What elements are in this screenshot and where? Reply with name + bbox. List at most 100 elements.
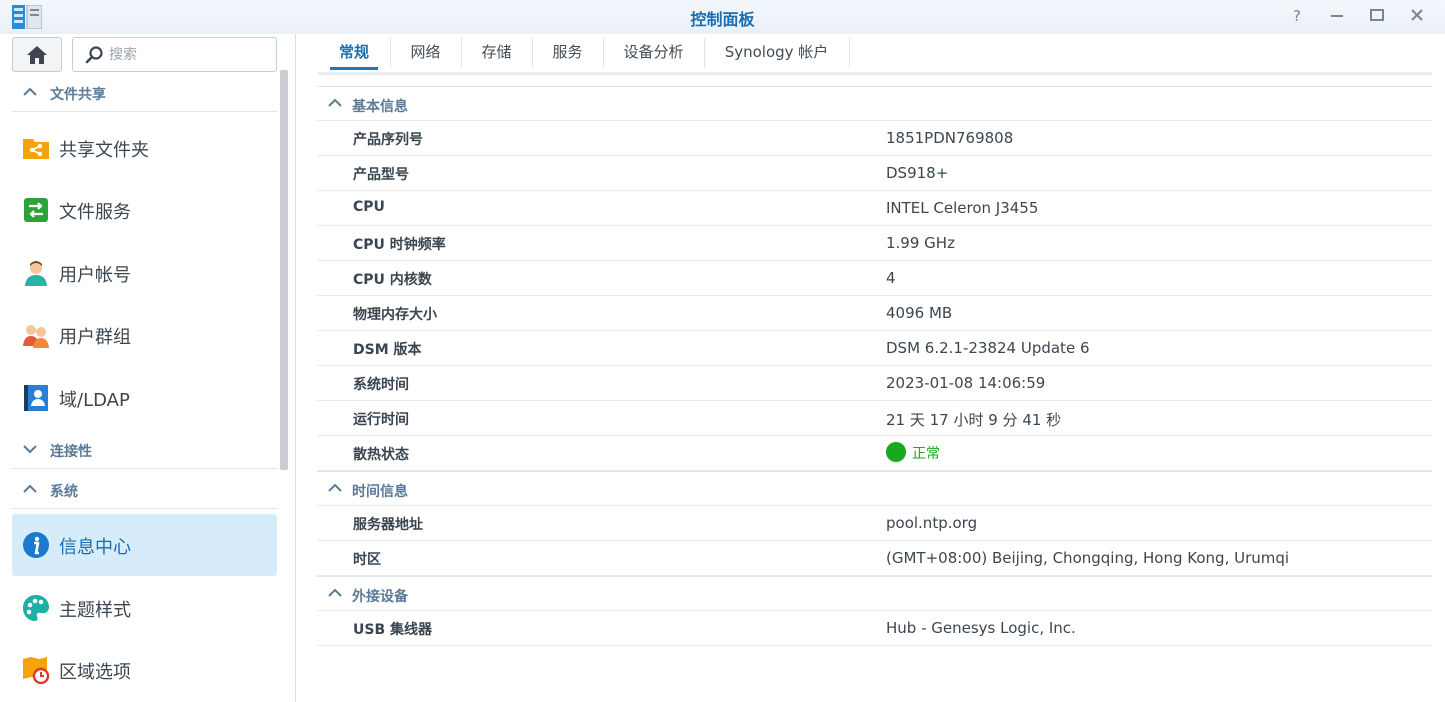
sidebar-item-label: 用户帐号 bbox=[59, 265, 131, 286]
info-key: 时区 bbox=[353, 552, 381, 568]
sidebar-item-label: 区域选项 bbox=[59, 662, 131, 683]
info-value: (GMT+08:00) Beijing, Chongqing, Hong Kon… bbox=[886, 549, 1290, 567]
group-header-time-info[interactable]: 时间信息 bbox=[317, 471, 1432, 506]
chevron-up-icon bbox=[328, 483, 342, 492]
info-row-system-time: 系统时间 2023-01-08 14:06:59 bbox=[317, 366, 1432, 401]
home-icon bbox=[27, 45, 47, 64]
sidebar-item-label: 信息中心 bbox=[59, 537, 131, 558]
info-key: DSM 版本 bbox=[353, 342, 422, 358]
info-key: 散热状态 bbox=[353, 447, 409, 463]
sidebar-item-file-services[interactable]: 文件服务 bbox=[12, 179, 277, 241]
info-value: INTEL Celeron J3455 bbox=[886, 199, 1039, 217]
sidebar-item-domain-ldap[interactable]: 域/LDAP bbox=[12, 367, 277, 429]
search-input[interactable] bbox=[109, 44, 269, 66]
window-title: 控制面板 bbox=[690, 10, 755, 29]
info-row-memory: 物理内存大小 4096 MB bbox=[317, 296, 1432, 331]
info-value: 21 天 17 小时 9 分 41 秒 bbox=[886, 411, 1062, 429]
info-key: 产品型号 bbox=[353, 167, 409, 183]
sidebar-item-label: 域/LDAP bbox=[59, 390, 130, 411]
search-icon bbox=[85, 46, 103, 64]
maximize-icon[interactable] bbox=[1367, 7, 1387, 27]
sidebar-divider bbox=[295, 34, 296, 702]
group-title: 时间信息 bbox=[352, 484, 408, 500]
section-connectivity[interactable]: 连接性 bbox=[12, 431, 277, 469]
info-key: USB 集线器 bbox=[353, 622, 432, 638]
sidebar-item-user[interactable]: 用户帐号 bbox=[12, 242, 277, 304]
info-value: 1851PDN769808 bbox=[886, 129, 1014, 147]
tab-general[interactable]: 常规 bbox=[318, 34, 390, 72]
close-icon[interactable] bbox=[1407, 7, 1427, 27]
info-value: Hub - Genesys Logic, Inc. bbox=[886, 619, 1076, 637]
chevron-up-icon bbox=[23, 87, 37, 96]
tab-divider bbox=[849, 38, 850, 68]
sidebar-item-regional-options[interactable]: 区域选项 bbox=[12, 639, 277, 701]
chevron-down-icon bbox=[23, 445, 37, 454]
home-button[interactable] bbox=[12, 37, 62, 72]
minimize-icon[interactable] bbox=[1327, 7, 1347, 27]
info-value: pool.ntp.org bbox=[886, 514, 978, 532]
chevron-up-icon bbox=[328, 98, 342, 107]
sidebar-item-label: 文件服务 bbox=[59, 202, 131, 223]
info-panel: 基本信息 产品序列号 1851PDN769808 产品型号 DS918+ CPU IN… bbox=[317, 86, 1432, 646]
tab-underline bbox=[318, 72, 1432, 75]
section-system[interactable]: 系统 bbox=[12, 471, 277, 509]
sidebar: 文件共享 共享文件夹 文件服务 用户帐号 用户群组 bbox=[0, 34, 296, 702]
file-services-icon bbox=[24, 198, 48, 222]
group-header-basic-info[interactable]: 基本信息 bbox=[317, 86, 1432, 121]
tab-storage[interactable]: 存储 bbox=[461, 34, 532, 72]
info-key: 运行时间 bbox=[353, 412, 409, 428]
info-row-usb-hub: USB 集线器 Hub - Genesys Logic, Inc. bbox=[317, 611, 1432, 646]
info-icon bbox=[23, 532, 49, 558]
group-icon bbox=[23, 325, 49, 348]
info-row-serial: 产品序列号 1851PDN769808 bbox=[317, 121, 1432, 156]
palette-icon bbox=[23, 595, 49, 621]
info-row-thermal-status: 散热状态 正常 bbox=[317, 436, 1432, 471]
info-row-cpu-clock: CPU 时钟频率 1.99 GHz bbox=[317, 226, 1432, 261]
domain-ldap-icon bbox=[24, 385, 48, 411]
info-row-timezone: 时区 (GMT+08:00) Beijing, Chongqing, Hong K… bbox=[317, 541, 1432, 576]
info-row-cpu-cores: CPU 内核数 4 bbox=[317, 261, 1432, 296]
help-icon[interactable]: ? bbox=[1288, 7, 1308, 27]
status-ok-icon bbox=[886, 442, 906, 462]
tab-network[interactable]: 网络 bbox=[390, 34, 461, 72]
info-value: DSM 6.2.1-23824 Update 6 bbox=[886, 339, 1090, 357]
info-row-model: 产品型号 DS918+ bbox=[317, 156, 1432, 191]
shared-folder-icon bbox=[23, 139, 49, 159]
info-key: CPU bbox=[353, 199, 385, 215]
info-value: 正常 bbox=[886, 442, 940, 463]
regional-options-icon bbox=[23, 657, 50, 684]
info-row-ntp-server: 服务器地址 pool.ntp.org bbox=[317, 506, 1432, 541]
info-key: CPU 时钟频率 bbox=[353, 237, 446, 253]
info-value: DS918+ bbox=[886, 164, 949, 182]
info-key: 产品序列号 bbox=[353, 132, 423, 148]
info-value: 4096 MB bbox=[886, 304, 953, 322]
info-key: 服务器地址 bbox=[353, 517, 423, 533]
group-title: 基本信息 bbox=[352, 99, 408, 115]
sidebar-item-group[interactable]: 用户群组 bbox=[12, 304, 277, 366]
info-row-dsm-version: DSM 版本 DSM 6.2.1-23824 Update 6 bbox=[317, 331, 1432, 366]
section-label: 连接性 bbox=[50, 444, 92, 460]
sidebar-item-theme[interactable]: 主题样式 bbox=[12, 577, 277, 639]
group-title: 外接设备 bbox=[352, 589, 408, 605]
sidebar-item-label: 用户群组 bbox=[59, 327, 131, 348]
search-field[interactable] bbox=[72, 37, 277, 72]
info-row-cpu: CPU INTEL Celeron J3455 bbox=[317, 191, 1432, 226]
tab-device-analytics[interactable]: 设备分析 bbox=[603, 34, 704, 72]
sidebar-item-label: 主题样式 bbox=[59, 600, 131, 621]
sidebar-item-shared-folder[interactable]: 共享文件夹 bbox=[12, 117, 277, 179]
section-file-sharing[interactable]: 文件共享 bbox=[12, 74, 277, 112]
info-value: 2023-01-08 14:06:59 bbox=[886, 374, 1046, 392]
chevron-up-icon bbox=[328, 588, 342, 597]
sidebar-item-info-center[interactable]: 信息中心 bbox=[12, 514, 277, 576]
tab-service[interactable]: 服务 bbox=[532, 34, 603, 72]
title-bar: 控制面板 ? bbox=[0, 0, 1445, 34]
section-label: 系统 bbox=[50, 484, 78, 500]
sidebar-scrollbar[interactable] bbox=[280, 70, 288, 470]
sidebar-item-label: 共享文件夹 bbox=[59, 140, 149, 161]
tab-synology-account[interactable]: Synology 帐户 bbox=[704, 34, 849, 72]
section-label: 文件共享 bbox=[50, 87, 106, 103]
group-header-external-devices[interactable]: 外接设备 bbox=[317, 576, 1432, 611]
info-value: 1.99 GHz bbox=[886, 234, 955, 252]
info-row-uptime: 运行时间 21 天 17 小时 9 分 41 秒 bbox=[317, 401, 1432, 436]
info-value: 4 bbox=[886, 269, 896, 287]
